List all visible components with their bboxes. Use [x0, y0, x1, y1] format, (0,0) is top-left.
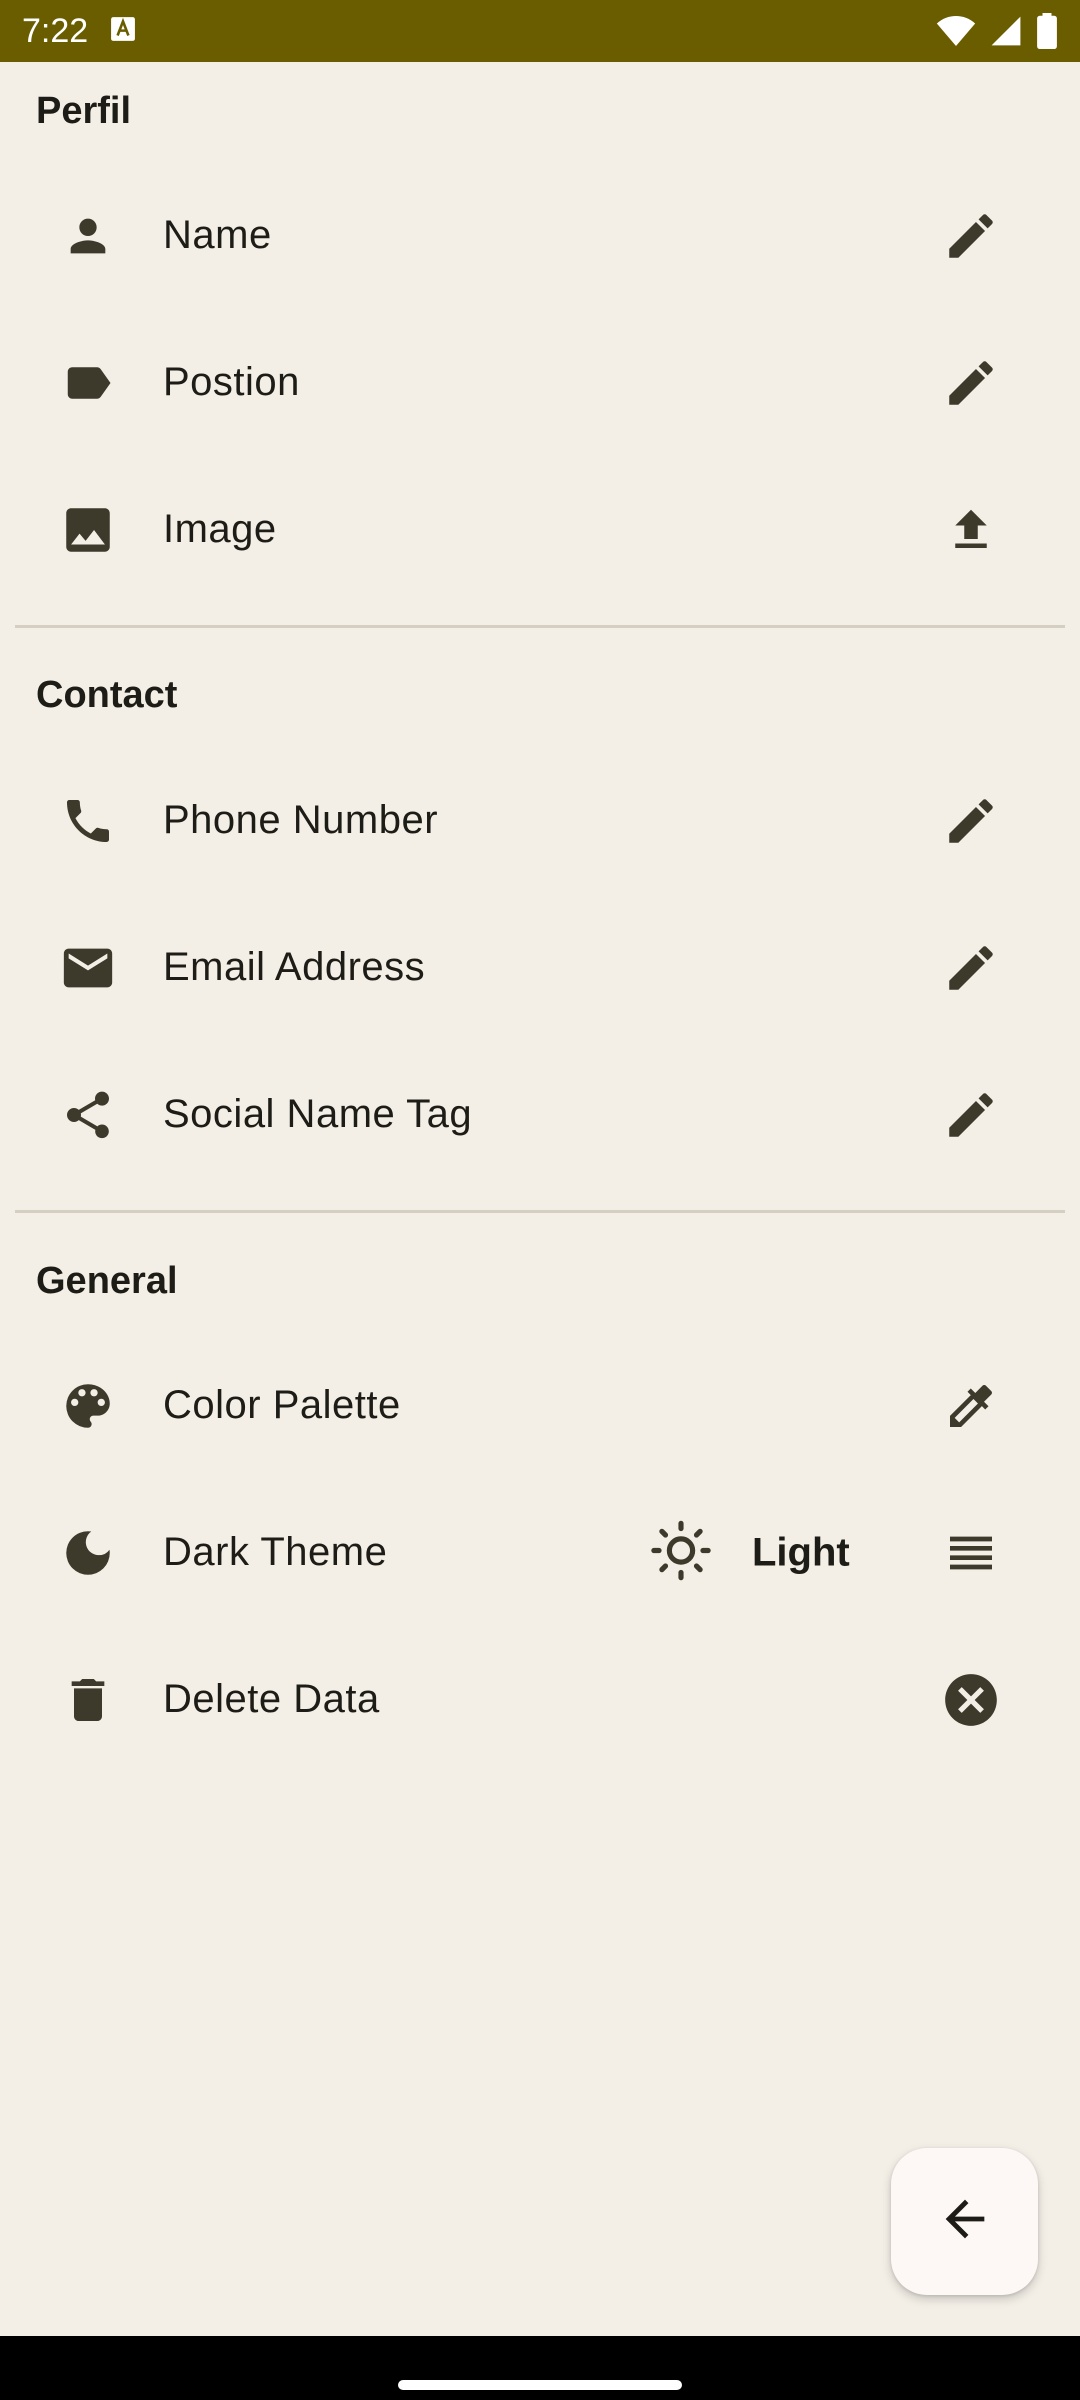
status-left: 7:22 — [22, 12, 136, 51]
setting-label: Dark Theme — [163, 1530, 388, 1574]
palette-icon — [58, 1376, 118, 1436]
setting-row-position[interactable]: Postion — [0, 309, 1080, 456]
phone-icon — [58, 791, 118, 851]
theme-dropdown[interactable]: Light — [650, 1519, 850, 1586]
sun-icon — [650, 1519, 712, 1586]
moon-icon — [58, 1523, 118, 1583]
email-icon — [58, 938, 118, 998]
setting-row-social-name-tag[interactable]: Social Name Tag — [0, 1041, 1080, 1188]
theme-value: Light — [752, 1530, 850, 1574]
edit-icon[interactable] — [940, 790, 1002, 852]
home-gesture-handle[interactable] — [398, 2380, 682, 2390]
setting-label: Color Palette — [163, 1383, 401, 1427]
status-time: 7:22 — [22, 11, 89, 50]
menu-icon[interactable] — [940, 1522, 1002, 1584]
wifi-icon — [936, 14, 976, 48]
edit-icon[interactable] — [940, 937, 1002, 999]
setting-row-name[interactable]: Name — [0, 162, 1080, 309]
setting-label: Postion — [163, 360, 300, 404]
navigation-bar — [0, 2336, 1080, 2400]
upload-icon[interactable] — [940, 499, 1002, 561]
status-bar: 7:22 — [0, 0, 1080, 62]
setting-label: Delete Data — [163, 1677, 380, 1721]
setting-row-color-palette[interactable]: Color Palette — [0, 1332, 1080, 1479]
notification-a-icon — [110, 16, 136, 47]
cancel-icon[interactable] — [940, 1669, 1002, 1731]
battery-icon — [1036, 13, 1058, 49]
section-divider — [15, 1210, 1065, 1213]
edit-icon[interactable] — [940, 205, 1002, 267]
back-fab-button[interactable] — [891, 2148, 1038, 2295]
share-icon — [58, 1085, 118, 1145]
section-title-contact: Contact — [36, 674, 178, 716]
arrow-back-icon — [936, 2190, 994, 2253]
setting-row-email-address[interactable]: Email Address — [0, 894, 1080, 1041]
setting-label: Image — [163, 507, 277, 551]
setting-label: Phone Number — [163, 798, 439, 842]
edit-icon[interactable] — [940, 352, 1002, 414]
setting-row-image[interactable]: Image — [0, 456, 1080, 603]
setting-row-delete-data[interactable]: Delete Data — [0, 1626, 1080, 1773]
section-title-general: General — [36, 1260, 178, 1302]
edit-icon[interactable] — [940, 1084, 1002, 1146]
image-icon — [58, 500, 118, 560]
colorize-icon[interactable] — [940, 1375, 1002, 1437]
signal-icon — [990, 14, 1022, 48]
section-divider — [15, 625, 1065, 628]
setting-label: Social Name Tag — [163, 1092, 473, 1136]
status-right — [936, 13, 1058, 49]
setting-row-dark-theme[interactable]: Dark Theme Light — [0, 1479, 1080, 1626]
trash-icon — [58, 1670, 118, 1730]
label-icon — [58, 353, 118, 413]
section-title-perfil: Perfil — [36, 90, 132, 132]
setting-label: Name — [163, 213, 272, 257]
setting-label: Email Address — [163, 945, 426, 989]
setting-row-phone-number[interactable]: Phone Number — [0, 747, 1080, 894]
person-icon — [58, 206, 118, 266]
